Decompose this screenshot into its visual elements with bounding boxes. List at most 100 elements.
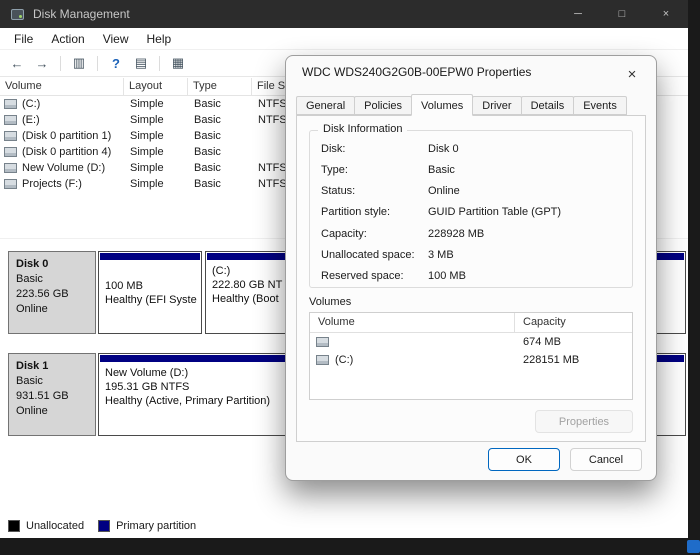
volume-icon [4, 131, 17, 141]
volume-capacity: 228151 MB [523, 354, 580, 366]
volume-icon [316, 337, 329, 347]
toolbar-separator [159, 55, 160, 71]
volume-type: Basic [194, 146, 221, 158]
window-controls: ─ □ × [556, 0, 688, 28]
volume-name: (E:) [22, 114, 40, 126]
legend-label: Primary partition [116, 520, 197, 532]
field-value: 228928 MB [428, 228, 485, 240]
disk-size: 223.56 GB [16, 288, 69, 300]
field-value: GUID Partition Table (GPT) [428, 206, 562, 218]
titlebar[interactable]: Disk Management ─ □ × [0, 0, 688, 28]
volume-name: (Disk 0 partition 4) [22, 146, 112, 158]
groupbox-heading: Disk Information [318, 123, 408, 135]
disk-type: Basic [16, 273, 43, 285]
app-icon [11, 8, 24, 20]
action-pane-icon[interactable]: ▤ [132, 55, 150, 71]
field-value: Online [428, 185, 460, 197]
column-header-layout[interactable]: Layout [124, 78, 188, 95]
help-icon[interactable]: ? [107, 56, 125, 71]
disk-name: Disk 1 [16, 360, 49, 372]
primary-partition-swatch [98, 520, 111, 532]
volumes-table-header: Volume Capacity [310, 313, 632, 333]
dialog-volumes-table: Volume Capacity 674 MB (C:) 228151 MB [309, 312, 633, 400]
field-value: Basic [428, 164, 455, 176]
dialog-title: WDC WDS240G2G0B-00EPW0 Properties [302, 65, 532, 79]
volume-type: Basic [194, 114, 221, 126]
field-label: Capacity: [321, 228, 367, 240]
tab-details[interactable]: Details [520, 96, 575, 115]
legend-item-primary-partition: Primary partition [98, 520, 196, 532]
disk-size: 931.51 GB [16, 390, 69, 402]
cancel-button[interactable]: Cancel [570, 448, 642, 471]
dialog-close-icon[interactable]: × [618, 62, 646, 86]
volume-type: Basic [194, 130, 221, 142]
column-header-type[interactable]: Type [188, 78, 252, 95]
tab-policies[interactable]: Policies [354, 96, 413, 115]
back-icon[interactable]: ← [8, 56, 26, 71]
partition-size: 100 MB [105, 280, 143, 292]
volume-capacity: 674 MB [523, 336, 561, 348]
tab-driver[interactable]: Driver [472, 96, 522, 115]
disk-header[interactable]: Disk 0 Basic 223.56 GB Online [8, 251, 96, 334]
console-tree-icon[interactable]: ▥ [70, 55, 88, 71]
table-row[interactable]: 674 MB [310, 333, 632, 351]
field-label: Unallocated space: [321, 249, 415, 261]
toolbar-separator [97, 55, 98, 71]
unallocated-swatch [8, 520, 20, 532]
taskbar-icon[interactable] [687, 540, 700, 553]
column-header-capacity: Capacity [523, 316, 566, 328]
volume-name: Projects (F:) [22, 178, 82, 190]
disk-status: Online [16, 303, 48, 315]
menu-file[interactable]: File [5, 32, 42, 46]
partition-block[interactable]: 100 MB Healthy (EFI Syste [98, 251, 202, 334]
volume-layout: Simple [130, 114, 164, 126]
volume-type: Basic [194, 98, 221, 110]
volume-icon [4, 115, 17, 125]
volume-icon [4, 147, 17, 157]
table-row[interactable]: (C:) 228151 MB [310, 351, 632, 369]
column-header-volume[interactable]: Volume [0, 78, 124, 95]
volume-icon [4, 179, 17, 189]
toolbar-separator [60, 55, 61, 71]
properties-dialog: WDC WDS240G2G0B-00EPW0 Properties × Gene… [285, 55, 657, 481]
ok-button[interactable]: OK [488, 448, 560, 471]
field-label: Disk: [321, 143, 346, 155]
volume-layout: Simple [130, 146, 164, 158]
properties-button[interactable]: Properties [535, 410, 633, 433]
tab-volumes[interactable]: Volumes [411, 94, 474, 116]
disk-header[interactable]: Disk 1 Basic 931.51 GB Online [8, 353, 96, 436]
maximize-button[interactable]: □ [600, 0, 644, 28]
minimize-button[interactable]: ─ [556, 0, 600, 28]
disk-status: Online [16, 405, 48, 417]
field-label: Reserved space: [321, 270, 404, 282]
field-label: Status: [321, 185, 356, 197]
field-label: Type: [321, 164, 348, 176]
volume-layout: Simple [130, 178, 164, 190]
menu-help[interactable]: Help [138, 32, 181, 46]
legend: Unallocated Primary partition [0, 514, 688, 538]
forward-icon[interactable]: → [33, 56, 51, 71]
volume-icon [4, 99, 17, 109]
volume-name: (Disk 0 partition 1) [22, 130, 112, 142]
volumes-heading: Volumes [309, 296, 352, 308]
field-label: Partition style: [321, 206, 391, 218]
field-value: 3 MB [428, 249, 454, 261]
tab-events[interactable]: Events [573, 96, 627, 115]
close-button[interactable]: × [644, 0, 688, 28]
volumes-tab-panel: Disk Information Disk: Disk 0 Type: Basi… [296, 115, 646, 442]
field-value: Disk 0 [428, 143, 459, 155]
volume-icon [316, 355, 329, 365]
disk-view-icon[interactable]: ▦ [169, 55, 187, 71]
partition-color-strip [100, 253, 200, 260]
window-title: Disk Management [33, 7, 130, 21]
volume-layout: Simple [130, 130, 164, 142]
legend-item-unallocated: Unallocated [8, 520, 84, 532]
tab-general[interactable]: General [296, 96, 356, 115]
volume-name: (C:) [335, 354, 354, 366]
dialog-tabs: General Policies Volumes Driver Details … [296, 94, 627, 116]
volume-layout: Simple [130, 162, 164, 174]
menu-action[interactable]: Action [42, 32, 93, 46]
legend-label: Unallocated [26, 520, 85, 532]
menu-view[interactable]: View [94, 32, 138, 46]
volume-layout: Simple [130, 98, 164, 110]
